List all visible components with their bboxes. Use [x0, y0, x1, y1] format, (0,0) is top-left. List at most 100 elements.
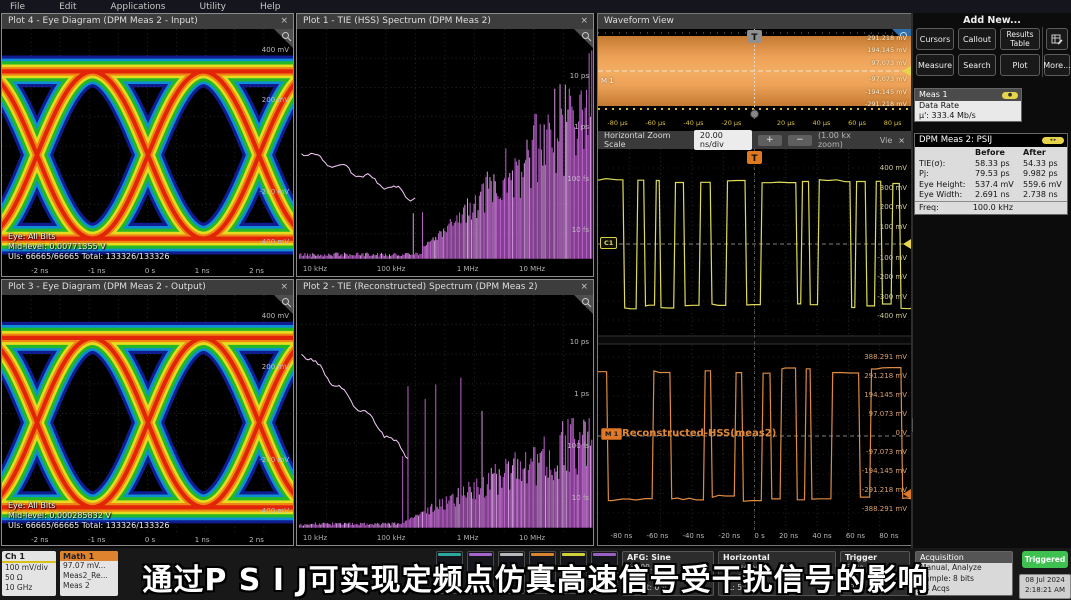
menu-item[interactable]: Help — [260, 2, 281, 12]
menu-item[interactable]: Applications — [111, 2, 166, 12]
tie-hss-spectrum-canvas — [297, 29, 593, 263]
plot1-y-axis: 10 ps1 ps100 fs10 fs — [567, 72, 589, 234]
close-icon[interactable]: × — [580, 280, 588, 295]
y-tick-label: 300 mV — [880, 184, 907, 192]
y-tick-label: 200 mV — [262, 363, 289, 371]
x-tick-label: -80 µs — [607, 119, 627, 127]
m1-trace-label: Reconstructed-HSS(meas2) — [622, 428, 776, 439]
meas1-title: Meas 1 — [919, 90, 948, 99]
dpm-freq-row: Freq: 100.0 kHz — [915, 201, 1067, 214]
plot3-eye-stats: Eye: All Bits Mid-level: 0.000285832 V U… — [8, 501, 169, 531]
plot1-title: Plot 1 - TIE (HSS) Spectrum (DPM Meas 2) — [303, 16, 491, 26]
callout-button[interactable]: Callout — [958, 28, 996, 50]
annotate-icon-button[interactable] — [1046, 28, 1068, 50]
menu-item[interactable]: File — [10, 2, 25, 12]
eye-diagram-output-canvas — [2, 295, 293, 532]
y-tick-label: 97.073 mV — [871, 59, 907, 67]
x-tick-label: 10 MHz — [519, 265, 545, 273]
x-tick-label: 0 s — [145, 267, 155, 275]
y-tick-label: 1 ps — [574, 123, 589, 131]
after-column-header: After — [1023, 148, 1067, 159]
plot1-panel: Plot 1 - TIE (HSS) Spectrum (DPM Meas 2)… — [296, 13, 594, 277]
y-tick-label: 194.145 mV — [867, 46, 907, 54]
zoom-out-button[interactable]: − — [788, 135, 812, 146]
m1-y-axis: 388.291 mV291.218 mV194.145 mV97.073 mV0… — [862, 353, 907, 513]
y-tick-label: -97.073 mV — [866, 448, 907, 456]
y-tick-label: -291.218 mV — [865, 100, 907, 108]
x-tick-label: 80 µs — [884, 119, 902, 127]
close-icon[interactable]: × — [898, 136, 905, 145]
results-table-button[interactable]: Results Table — [1000, 28, 1040, 50]
meas1-results-badge[interactable]: Meas 1 ● Data Rate µ': 333.4 Mb/s — [914, 88, 1022, 122]
close-icon[interactable]: × — [280, 14, 288, 29]
menu-item[interactable]: Edit — [59, 2, 76, 12]
x-tick-label: -40 µs — [683, 119, 703, 127]
dpm-meas2-results-panel[interactable]: DPM Meas 2: PSIJ ◂ ▸ Before After TIE(σ)… — [914, 133, 1068, 215]
plot4-title: Plot 4 - Eye Diagram (DPM Meas 2 - Input… — [8, 16, 198, 26]
table-pencil-icon — [1051, 33, 1063, 45]
tie-reconstructed-spectrum-canvas — [297, 295, 593, 532]
freq-label: Freq: — [919, 202, 939, 214]
c1-channel-badge[interactable]: C1 — [600, 237, 617, 249]
y-tick-label: 200 mV — [262, 96, 289, 104]
x-tick-label: 1 MHz — [457, 534, 479, 542]
dpm-table: Before After TIE(σ):58.33 ps54.33 ps Pj:… — [915, 147, 1067, 201]
x-tick-label: 1 ns — [195, 536, 210, 544]
m1-channel-badge[interactable]: M 1 — [601, 428, 622, 440]
y-tick-label: 400 mV — [262, 46, 289, 54]
plot2-title: Plot 2 - TIE (Reconstructed) Spectrum (D… — [303, 282, 538, 292]
y-tick-label: 100 fs — [567, 175, 589, 183]
horizontal-zoom-bar: Horizontal Zoom Scale 20.00 ns/div + − (… — [598, 131, 911, 149]
y-tick-label: -388.291 mV — [862, 505, 907, 513]
meas1-name: Data Rate — [915, 101, 1021, 111]
y-tick-label: -291.218 mV — [862, 486, 907, 494]
overview-channel-badge[interactable]: M 1 — [601, 77, 614, 85]
plot4-eye-stats: Eye: All Bits Mid-level: 0.00771355 V UI… — [8, 232, 169, 262]
svg-text:T: T — [751, 33, 758, 43]
y-tick-label: -400 mV — [259, 507, 289, 515]
y-tick-label: 97.073 mV — [869, 410, 907, 418]
x-tick-label: -20 ns — [718, 532, 740, 540]
plot1-title-bar[interactable]: Plot 1 - TIE (HSS) Spectrum (DPM Meas 2)… — [297, 14, 593, 29]
y-tick-label: -194.145 mV — [862, 467, 907, 475]
meas1-value: µ': 333.4 Mb/s — [915, 111, 1021, 121]
y-tick-label: 388.291 mV — [864, 353, 907, 361]
y-tick-label: -97.073 mV — [869, 75, 907, 83]
search-button[interactable]: Search — [958, 54, 996, 76]
x-tick-label: 100 kHz — [377, 534, 406, 542]
eye-midlevel-label: Mid-level: 0.000285832 V — [8, 511, 169, 521]
measure-button[interactable]: Measure — [916, 54, 954, 76]
y-tick-label: 400 mV — [880, 164, 907, 172]
plot4-title-bar[interactable]: Plot 4 - Eye Diagram (DPM Meas 2 - Input… — [2, 14, 293, 29]
cursors-button[interactable]: Cursors — [916, 28, 954, 50]
dpm-table-row: TIE(σ):58.33 ps54.33 ps — [919, 159, 1067, 170]
y-tick-label: -100 mV — [877, 254, 907, 262]
menu-item[interactable]: Utility — [199, 2, 225, 12]
plot-button[interactable]: Plot — [1000, 54, 1040, 76]
plot1-x-axis: 10 kHz 100 kHz 1 MHz 10 MHz — [297, 265, 593, 275]
zoom-scale-input[interactable]: 20.00 ns/div — [694, 130, 752, 150]
more-button[interactable]: More... — [1044, 54, 1070, 76]
x-tick-label: 2 ns — [249, 267, 264, 275]
meas1-nav-pill[interactable]: ● — [1002, 92, 1018, 99]
zoom-factor-label: (1.00 kx zoom) — [818, 131, 874, 149]
x-tick-label: 0 s — [145, 536, 155, 544]
plot2-title-bar[interactable]: Plot 2 - TIE (Reconstructed) Spectrum (D… — [297, 280, 593, 295]
plot3-title-bar[interactable]: Plot 3 - Eye Diagram (DPM Meas 2 - Outpu… — [2, 280, 293, 295]
plot4-y-axis: 400 mV200 mV-200 mV-400 mV — [259, 46, 289, 246]
waveform-view-title-bar[interactable]: Waveform View — [598, 14, 911, 29]
y-tick-label: -400 mV — [259, 238, 289, 246]
y-tick-label: 194.145 mV — [864, 391, 907, 399]
x-tick-label: 40 ns — [812, 532, 831, 540]
dpm-table-header: Before After — [919, 148, 1067, 159]
zoomed-x-axis: -80 ns-60 ns-40 ns-20 ns0 s20 ns40 ns60 … — [611, 532, 899, 540]
zoom-in-button[interactable]: + — [758, 135, 782, 146]
waveform-view-title: Waveform View — [604, 16, 674, 26]
dpm-nav-pill[interactable]: ◂ ▸ — [1042, 137, 1064, 144]
x-tick-label: 10 MHz — [519, 534, 545, 542]
eye-bits-label: Eye: All Bits — [8, 501, 169, 511]
close-icon[interactable]: × — [580, 14, 588, 29]
waveform-view-panel: Waveform View T M 1 291.218 mV194.145 mV… — [597, 13, 912, 546]
close-icon[interactable]: × — [280, 280, 288, 295]
x-tick-label: 1 MHz — [457, 265, 479, 273]
